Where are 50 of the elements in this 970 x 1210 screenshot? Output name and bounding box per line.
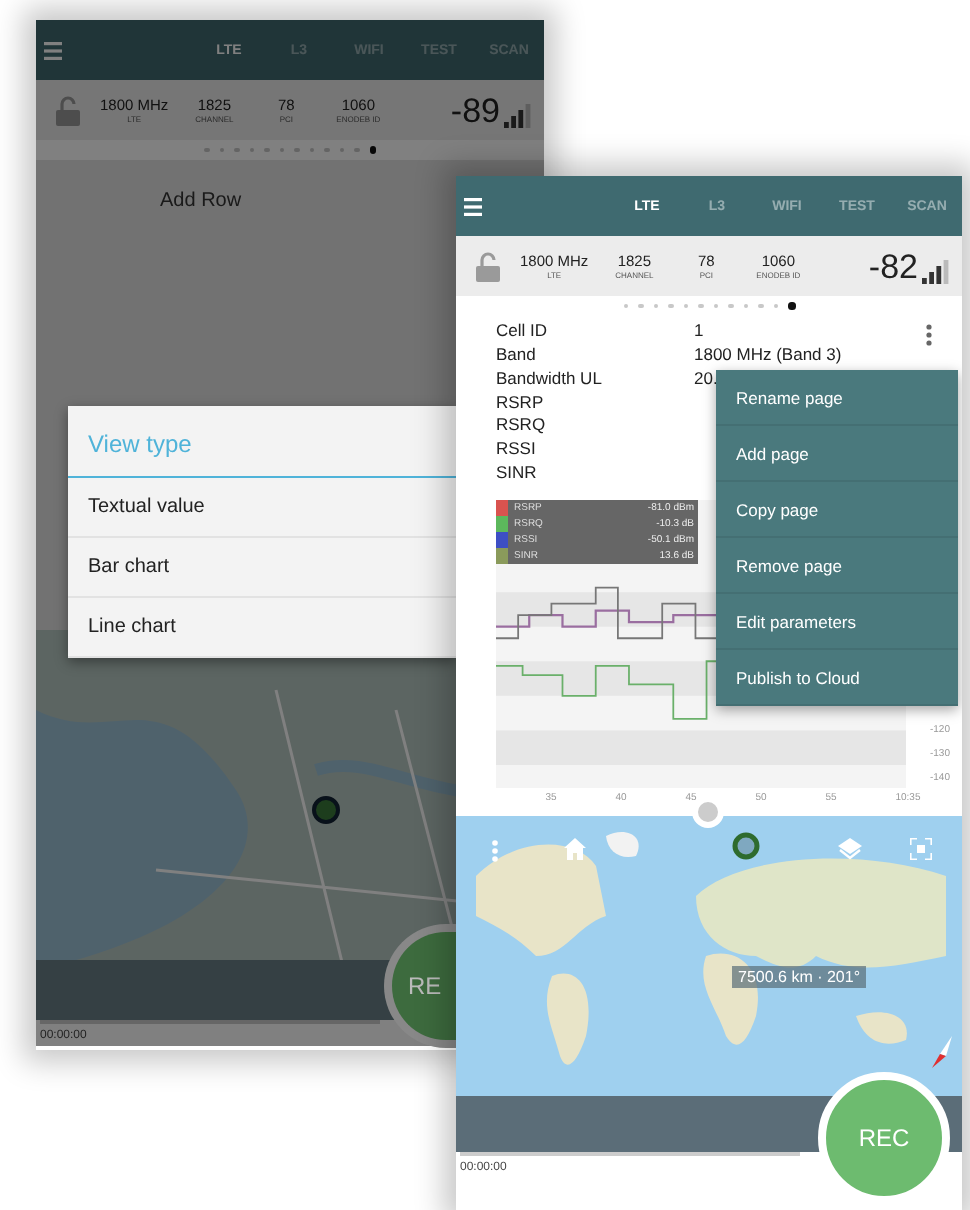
signal-bars-icon	[922, 259, 950, 283]
location-marker-icon	[732, 832, 760, 860]
page-dot[interactable]	[773, 303, 778, 309]
parameter-label: RSRQ	[496, 414, 548, 435]
more-options-icon[interactable]	[492, 840, 498, 862]
add-row-label[interactable]: Add Row	[160, 190, 242, 212]
parameter-value: 1	[694, 319, 704, 340]
menu-item[interactable]: Edit parameters	[716, 594, 958, 650]
page-dot[interactable]	[758, 303, 763, 309]
menu-item[interactable]: Add page	[716, 426, 958, 482]
page-dot[interactable]	[683, 303, 688, 309]
parameter-label: SINR	[496, 462, 539, 483]
parameter-label: RSRP	[496, 391, 546, 411]
signal-value: -82	[868, 249, 918, 283]
menu-icon[interactable]	[44, 41, 62, 59]
home-icon[interactable]	[564, 838, 586, 860]
landmass	[856, 1012, 907, 1044]
parameter-value: 20.	[694, 367, 718, 388]
parameter-label: Bandwidth UL	[496, 367, 604, 388]
compass-icon[interactable]	[928, 1036, 956, 1068]
page-dot[interactable]	[713, 303, 718, 309]
page-dot[interactable]	[788, 302, 795, 310]
unlocked-padlock-icon[interactable]	[56, 95, 80, 125]
menu-item[interactable]: Remove page	[716, 538, 958, 594]
unlocked-padlock-icon[interactable]	[476, 251, 500, 281]
overflow-menu-icon[interactable]	[926, 324, 932, 346]
menu-icon[interactable]	[464, 197, 482, 215]
parameter-label: Band	[496, 343, 538, 364]
page-dot[interactable]	[369, 146, 376, 154]
parameter-label: Cell ID	[496, 319, 550, 340]
location-marker-icon	[312, 796, 340, 824]
distance-label: 7500.6 km · 201°	[732, 966, 867, 988]
signal-value: -89	[450, 93, 500, 127]
page-dot[interactable]	[623, 303, 628, 309]
drag-handle[interactable]	[692, 796, 724, 828]
signal-bars-icon	[504, 103, 532, 127]
layers-icon[interactable]	[838, 838, 862, 860]
parameter-value: 1800 MHz (Band 3)	[694, 343, 842, 364]
page-dot[interactable]	[638, 303, 643, 309]
page-dot[interactable]	[698, 303, 703, 309]
page-dot[interactable]	[728, 303, 733, 309]
menu-item[interactable]: Rename page	[716, 370, 958, 426]
page-dot[interactable]	[653, 303, 658, 309]
menu-item[interactable]: Publish to Cloud	[716, 650, 958, 706]
page-dot[interactable]	[743, 303, 748, 309]
menu-item[interactable]: Copy page	[716, 482, 958, 538]
parameter-label: RSSI	[496, 438, 538, 459]
landmass	[546, 973, 589, 1065]
page-dot[interactable]	[668, 303, 673, 309]
fullscreen-icon[interactable]	[910, 838, 932, 860]
